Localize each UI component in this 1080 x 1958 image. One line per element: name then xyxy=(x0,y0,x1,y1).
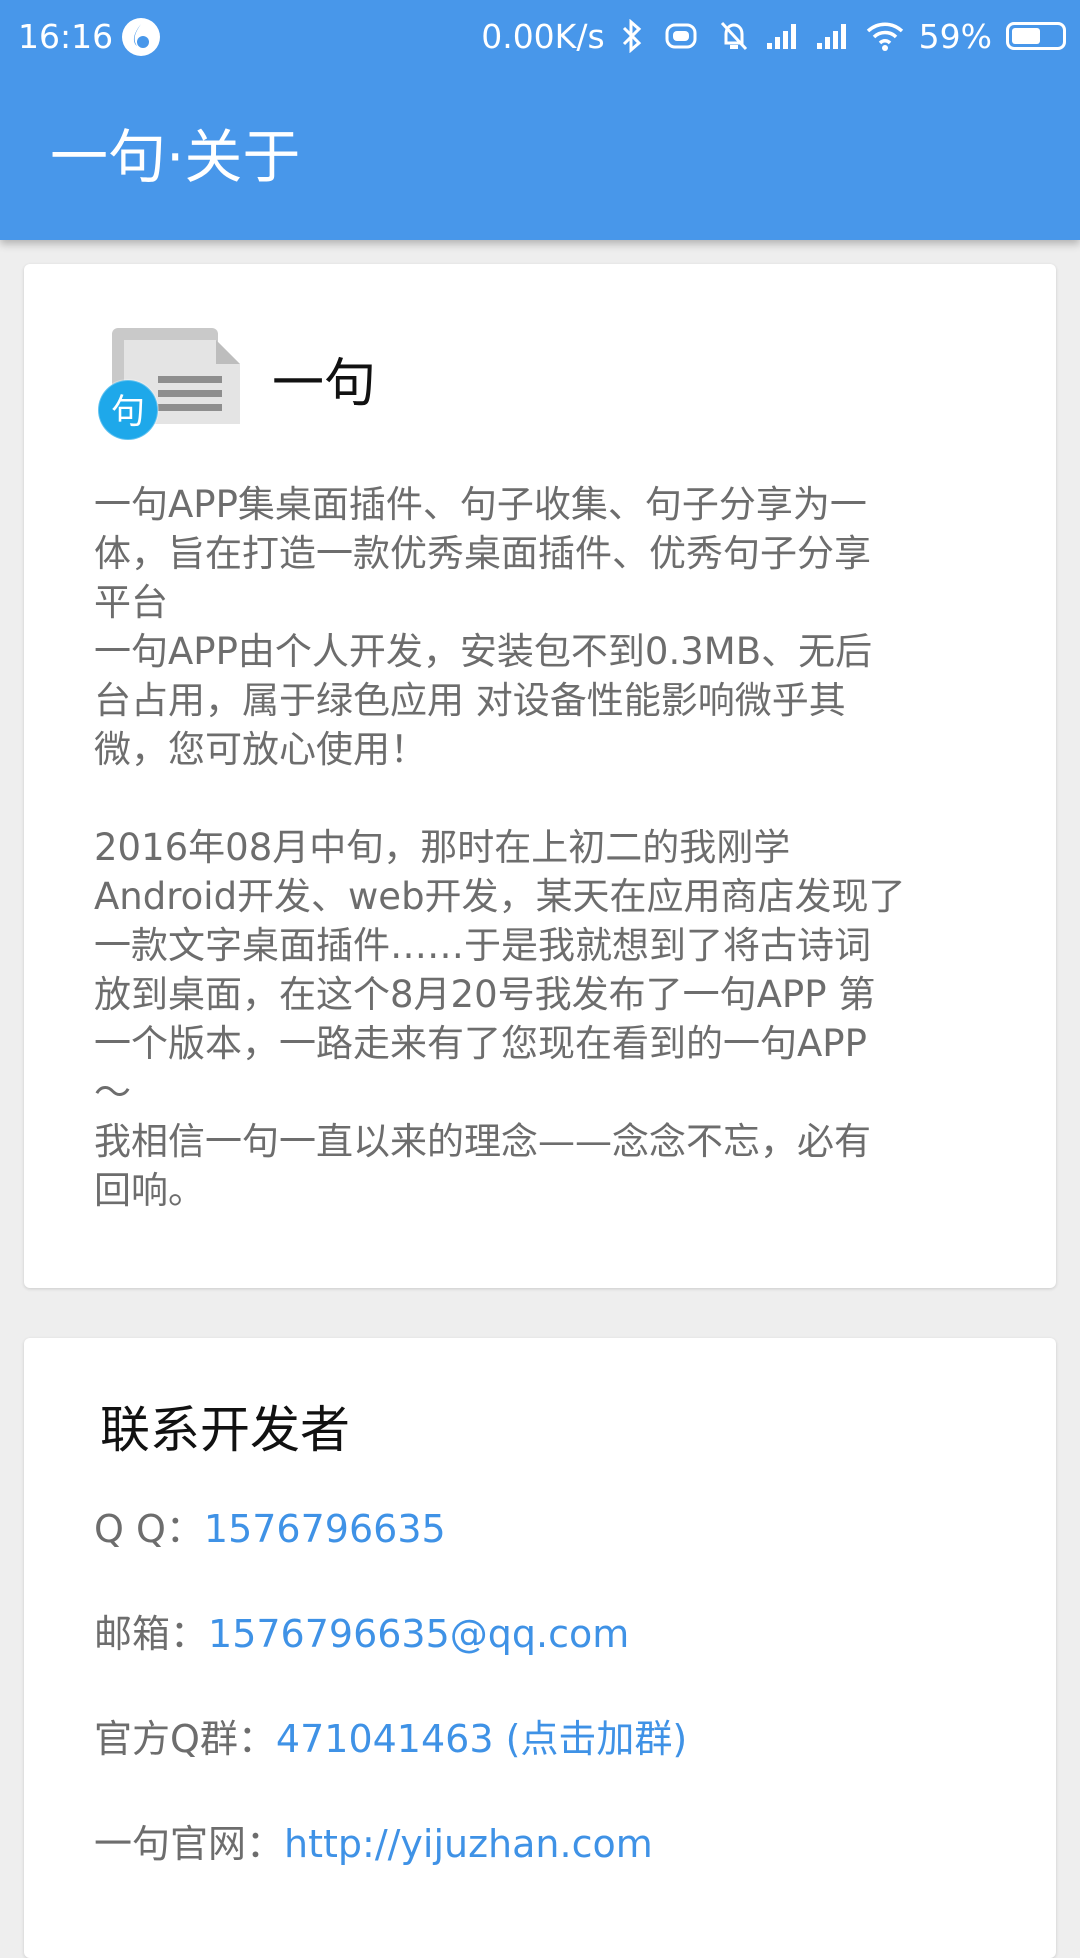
app-notification-icon xyxy=(122,18,160,56)
qq-label: Q Q： xyxy=(94,1507,204,1551)
alarm-off-icon xyxy=(720,21,747,51)
email-row: 邮箱：1576796635@qq.com xyxy=(94,1609,629,1659)
qq-link[interactable]: 1576796635 xyxy=(204,1507,446,1551)
app-header: 16:16 0.00K/s 59% 一句·关于 xyxy=(0,0,1080,240)
app-description: 一句APP集桌面插件、句子收集、句子分享为一 体，旨在打造一款优秀桌面插件、优秀… xyxy=(94,483,906,1212)
email-link[interactable]: 1576796635@qq.com xyxy=(208,1612,629,1656)
battery-level xyxy=(1012,28,1040,44)
logo-badge-text: 句 xyxy=(111,392,145,432)
status-bar: 16:16 0.00K/s 59% xyxy=(0,0,1080,74)
signal-icon xyxy=(766,24,796,49)
vibrate-icon xyxy=(665,23,697,49)
wifi-icon xyxy=(866,22,903,51)
website-label: 一句官网： xyxy=(94,1822,285,1866)
app-name: 一句 xyxy=(272,354,377,414)
battery-icon xyxy=(1006,22,1066,50)
network-speed: 0.00K/s xyxy=(481,16,605,56)
bluetooth-icon xyxy=(622,19,641,53)
contact-card: 联系开发者 Q Q：1576796635 邮箱：1576796635@qq.co… xyxy=(24,1338,1056,1958)
app-logo-icon: 句 xyxy=(98,328,240,441)
website-row: 一句官网：http://yijuzhan.com xyxy=(94,1819,653,1869)
email-label: 邮箱： xyxy=(94,1612,209,1656)
status-time: 16:16 xyxy=(18,17,114,56)
qq-group-row: 官方Q群：471041463 (点击加群) xyxy=(94,1714,687,1764)
page-title: 一句·关于 xyxy=(50,123,301,191)
qq-group-label: 官方Q群： xyxy=(94,1717,276,1761)
about-card: 句 一句 一句APP集桌面插件、句子收集、句子分享为一 体，旨在打造一款优秀桌面… xyxy=(24,264,1056,1288)
contact-title: 联系开发者 xyxy=(100,1401,350,1459)
qq-row: Q Q：1576796635 xyxy=(94,1504,446,1554)
qq-group-link[interactable]: 471041463 (点击加群) xyxy=(276,1717,687,1761)
battery-percent: 59% xyxy=(918,16,992,56)
website-link[interactable]: http://yijuzhan.com xyxy=(284,1822,653,1866)
signal-icon xyxy=(816,24,846,49)
